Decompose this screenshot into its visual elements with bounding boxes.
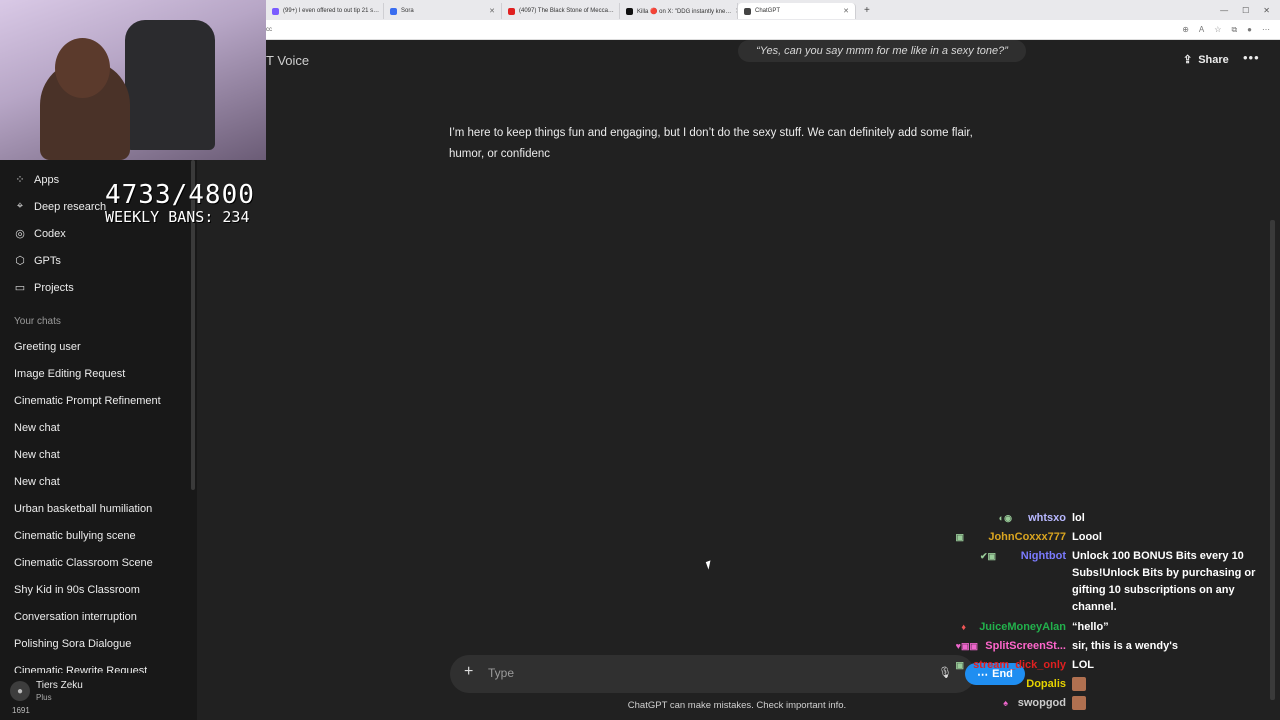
close-tab-icon[interactable]: ✕ <box>489 7 495 15</box>
stream-chat-message: ♦ JuiceMoneyAlan “hello” <box>940 619 1108 636</box>
badge-icons: ♥▣▣ <box>955 641 978 651</box>
stream-chat-message: ♠ swopgod <box>940 695 1086 712</box>
chat-list-item[interactable]: Cinematic bullying scene <box>14 530 136 542</box>
favorite-icon[interactable]: ☆ <box>1214 25 1221 35</box>
more-options-icon[interactable]: ••• <box>1243 50 1260 65</box>
badge-icons: ♦ <box>961 622 966 632</box>
badge-icons: ◐◉ <box>998 513 1012 523</box>
user-menu[interactable]: ● Tiers Zeku Plus <box>10 680 83 702</box>
read-aloud-icon[interactable]: A <box>1199 25 1204 35</box>
mouse-cursor-icon <box>705 560 714 570</box>
webcam-overlay <box>0 0 266 160</box>
share-icon: ⇪ <box>1183 54 1193 66</box>
browser-tab[interactable]: (99+) I even offered to out tip 21 s…✕ <box>266 3 384 19</box>
sidebar-item-apps[interactable]: ⁘ Apps <box>14 173 59 187</box>
disclaimer: ChatGPT can make mistakes. Check importa… <box>627 700 847 711</box>
stream-chat-message: ◐◉ whtsxo lol <box>940 510 1085 527</box>
tab-favicon-icon <box>508 7 515 15</box>
sidebar-item-deep-research[interactable]: ⌖ Deep research <box>14 200 106 213</box>
chat-list-item[interactable]: New chat <box>14 449 60 461</box>
add-attachment-icon[interactable]: + <box>464 663 473 681</box>
stream-chat-message: ▣ stream_dick_only LOL <box>940 657 1094 674</box>
chat-list-item[interactable]: Conversation interruption <box>14 611 137 623</box>
stream-chat-message: Dopalis <box>940 676 1086 693</box>
profile-icon[interactable]: ● <box>1247 25 1252 35</box>
badge-icons: ▣ <box>955 532 964 542</box>
chat-list-item[interactable]: Urban basketball humiliation <box>14 503 152 515</box>
your-chats-label: Your chats <box>14 316 61 327</box>
badge-icons: ▣ <box>955 660 964 670</box>
browser-tab[interactable]: Sora ✕ <box>384 3 502 19</box>
sidebar-item-codex[interactable]: ◎ Codex <box>14 227 66 241</box>
tab-favicon-icon <box>272 7 279 15</box>
message-input[interactable] <box>488 666 888 680</box>
badge-icons: ♠ <box>1003 698 1008 708</box>
ban-counter-overlay: 4733/4800 WEEKLY BANS: 234 <box>105 180 255 226</box>
voice-mode-label: T Voice <box>266 53 310 68</box>
emote-icon <box>1072 696 1086 710</box>
stream-chat-message: ♥▣▣ SplitScreenSt... sir, this is a wend… <box>940 638 1178 655</box>
maximize-icon[interactable]: ☐ <box>1242 6 1249 15</box>
folder-icon: ▭ <box>14 282 26 294</box>
chat-list-item[interactable]: Cinematic Classroom Scene <box>14 557 153 569</box>
composer: + 🎙 <box>450 655 975 693</box>
main-scrollbar[interactable] <box>1270 220 1275 700</box>
url-text[interactable]: cc <box>266 27 272 33</box>
extensions-icon[interactable]: ⧉ <box>1231 25 1237 35</box>
streamer-head <box>55 38 110 98</box>
browser-tab[interactable]: (4097) The Black Stone of Mecca…✕ <box>502 3 620 19</box>
ban-counter: 4733/4800 <box>105 180 255 210</box>
minimize-icon[interactable]: — <box>1220 6 1228 15</box>
gaming-chair <box>125 20 215 150</box>
tab-favicon-icon <box>390 7 397 15</box>
voice-transcript-pill: “Yes, can you say mmm for me like in a s… <box>738 40 1026 62</box>
share-button[interactable]: ⇪ Share <box>1183 53 1229 67</box>
chat-list-item[interactable]: Shy Kid in 90s Classroom <box>14 584 140 596</box>
chat-list-item[interactable]: Polishing Sora Dialogue <box>14 638 131 650</box>
zoom-icon[interactable]: ⊕ <box>1182 25 1189 35</box>
browser-tab[interactable]: Killa 🔴 on X: "DDG instantly kne…✕ <box>620 3 738 19</box>
browser-tab-active[interactable]: ChatGPT ✕ <box>738 3 856 19</box>
tab-favicon-icon <box>626 7 633 15</box>
toolbar-icons: ⊕ A ☆ ⧉ ● ⋯ <box>1182 25 1280 35</box>
tab-favicon-icon <box>744 7 751 15</box>
user-name: Tiers Zeku <box>36 680 83 691</box>
chat-list-item[interactable]: Greeting user <box>14 341 81 353</box>
assistant-response: I’m here to keep things fun and engaging… <box>449 127 973 160</box>
telescope-icon: ⌖ <box>16 200 24 212</box>
emote-icon <box>1072 677 1086 691</box>
chat-list-item[interactable]: Cinematic Prompt Refinement <box>14 395 161 407</box>
chat-list-item[interactable]: Cinematic Rewrite Request <box>14 665 147 673</box>
close-tab-icon[interactable]: ✕ <box>843 7 849 15</box>
weekly-bans: WEEKLY BANS: 234 <box>105 208 250 226</box>
avatar: ● <box>10 681 30 701</box>
stream-chat-message: ✔▣ Nightbot Unlock 100 BONUS Bits every … <box>940 548 1270 616</box>
cube-icon: ⬡ <box>15 255 25 267</box>
stream-chat-message: ▣ JohnCoxxx777 Loool <box>940 529 1101 546</box>
grid-icon: ⁘ <box>15 174 25 186</box>
menu-icon[interactable]: ⋯ <box>1262 25 1270 35</box>
chat-list-item[interactable]: Image Editing Request <box>14 368 125 380</box>
chat-list-item[interactable]: New chat <box>14 476 60 488</box>
chat-list-item[interactable]: New chat <box>14 422 60 434</box>
codex-icon: ◎ <box>15 228 25 240</box>
new-tab-icon[interactable]: + <box>856 5 878 16</box>
close-window-icon[interactable]: ✕ <box>1263 6 1270 15</box>
badge-icons: ✔▣ <box>979 551 996 561</box>
sidebar-item-gpts[interactable]: ⬡ GPTs <box>14 254 61 268</box>
badge-icons <box>940 676 1020 693</box>
window-controls: — ☐ ✕ <box>1220 6 1280 15</box>
sidebar-item-projects[interactable]: ▭ Projects <box>14 281 74 295</box>
